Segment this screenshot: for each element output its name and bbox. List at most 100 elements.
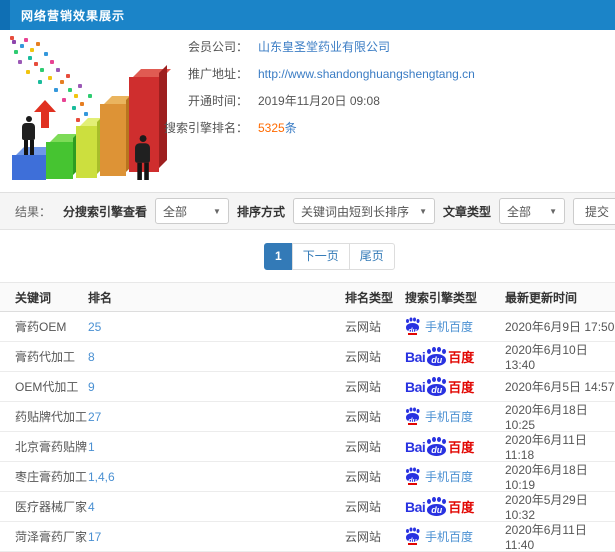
engine-cell: Baidu百度 du 百度 bbox=[405, 497, 505, 516]
open-time-value: 2019年11月20日 09:08 bbox=[258, 94, 380, 108]
keyword-ranking-table: 关键词 排名 排名类型 搜索引擎类型 最新更新时间 膏药OEM 25 云网站 B… bbox=[0, 282, 615, 552]
rank-link[interactable]: 17 bbox=[88, 530, 101, 544]
result-label: 结果： bbox=[15, 204, 52, 219]
baidu-paw-icon: du bbox=[405, 318, 420, 335]
engine-cell: Baidu百度 du 百度 bbox=[405, 437, 505, 456]
businessman-left bbox=[22, 116, 35, 155]
rank-type-cell: 云网站 bbox=[345, 440, 382, 454]
article-type-label: 文章类型 bbox=[442, 204, 491, 219]
updated-cell: 2020年5月29日 10:32 bbox=[505, 493, 588, 522]
next-page-button[interactable]: 下一页 bbox=[291, 243, 350, 270]
rank-cell: 9 bbox=[88, 380, 345, 394]
promo-url-label: 推广地址： bbox=[187, 67, 248, 81]
page-title: 网络营销效果展示 bbox=[21, 8, 126, 23]
engine-filter-select[interactable]: 全部 ▼ bbox=[154, 198, 229, 224]
rank-link[interactable]: 1 bbox=[88, 440, 95, 454]
engine-label[interactable]: 手机百度 bbox=[425, 528, 473, 545]
baidu-paw-icon: du bbox=[426, 347, 447, 366]
rank-link[interactable]: 27 bbox=[88, 410, 101, 424]
title-bar: 网络营销效果展示 bbox=[0, 0, 615, 30]
updated-cell: 2020年6月18日 10:25 bbox=[505, 403, 588, 432]
updated-cell: 2020年6月11日 11:40 bbox=[505, 523, 587, 552]
member-company-row: 会员公司： 山东皇圣堂药业有限公司 bbox=[150, 40, 615, 54]
engine-label[interactable]: 手机百度 bbox=[425, 408, 473, 425]
baidu-logo-icon: Bai du 百度 bbox=[405, 497, 475, 516]
article-type-select[interactable]: 全部 ▼ bbox=[499, 198, 565, 224]
table-row: 膏药代加工 8 云网站 Baidu百度 du 百度 2020年6月10日 13:… bbox=[0, 342, 615, 372]
page-1-button[interactable]: 1 bbox=[264, 243, 293, 270]
caret-down-icon: ▼ bbox=[213, 206, 221, 216]
rank-type-cell: 云网站 bbox=[345, 380, 382, 394]
baidu-paw-icon: du bbox=[405, 528, 420, 545]
account-info-section: 会员公司： 山东皇圣堂药业有限公司 推广地址： http://www.shand… bbox=[0, 30, 615, 192]
chart-bar-orange bbox=[100, 92, 138, 176]
rank-type-cell: 云网站 bbox=[345, 350, 382, 364]
rank-type-cell: 云网站 bbox=[345, 410, 382, 424]
rank-link[interactable]: 9 bbox=[88, 380, 95, 394]
keyword-cell: 菏泽膏药厂家 bbox=[15, 530, 88, 544]
mobile-baidu-icon: du bbox=[405, 408, 420, 425]
engine-filter-label: 分搜索引擎查看 bbox=[62, 204, 147, 219]
baidu-logo-icon: Bai du 百度 bbox=[405, 437, 475, 456]
account-info-fields: 会员公司： 山东皇圣堂药业有限公司 推广地址： http://www.shand… bbox=[150, 40, 615, 148]
rank-link[interactable]: 4 bbox=[88, 500, 95, 514]
rank-cell: 25 bbox=[88, 320, 345, 334]
engine-label[interactable]: 百度 bbox=[448, 437, 474, 456]
keyword-cell: 医疗器械厂家 bbox=[15, 500, 88, 514]
baidu-paw-icon: du bbox=[405, 408, 420, 425]
sort-filter-select[interactable]: 关键词由短到长排序 ▼ bbox=[292, 198, 435, 224]
rank-cell: 1,4,6 bbox=[88, 470, 345, 484]
promo-url-link[interactable]: http://www.shandonghuangshengtang.cn bbox=[258, 67, 475, 81]
member-company-link[interactable]: 山东皇圣堂药业有限公司 bbox=[258, 40, 390, 54]
engine-label[interactable]: 手机百度 bbox=[425, 468, 473, 485]
table-row: 药贴牌代加工 27 云网站 Baidu手机百度 du 手机百度 2020年6月1… bbox=[0, 402, 615, 432]
rank-count-row: 搜索引擎排名： 5325条 bbox=[150, 121, 615, 135]
table-row: OEM代加工 9 云网站 Baidu百度 du 百度 2020年6月5日 14:… bbox=[0, 372, 615, 402]
table-row: 膏药OEM 25 云网站 Baidu手机百度 du 手机百度 2020年6月9日… bbox=[0, 312, 615, 342]
rank-count-label: 搜索引擎排名： bbox=[163, 121, 248, 135]
engine-label[interactable]: 百度 bbox=[448, 377, 474, 396]
filter-bar: 结果： 分搜索引擎查看 全部 ▼ 排序方式 关键词由短到长排序 ▼ 文章类型 全部 ▼… bbox=[0, 192, 615, 230]
header-rank-type: 排名类型 bbox=[345, 290, 394, 305]
table-body: 膏药OEM 25 云网站 Baidu手机百度 du 手机百度 2020年6月9日… bbox=[0, 312, 615, 552]
mobile-baidu-icon: du bbox=[405, 468, 420, 485]
promo-url-row: 推广地址： http://www.shandonghuangshengtang.… bbox=[150, 67, 615, 81]
open-time-label: 开通时间： bbox=[187, 94, 248, 108]
engine-label[interactable]: 百度 bbox=[448, 497, 474, 516]
engine-label[interactable]: 手机百度 bbox=[425, 318, 473, 335]
rank-cell: 27 bbox=[88, 410, 345, 424]
baidu-paw-icon: du bbox=[405, 468, 420, 485]
table-header-row: 关键词 排名 排名类型 搜索引擎类型 最新更新时间 bbox=[0, 282, 615, 312]
table-row: 枣庄膏药加工 1,4,6 云网站 Baidu手机百度 du 手机百度 2020年… bbox=[0, 462, 615, 492]
baidu-paw-icon: du bbox=[426, 497, 447, 516]
baidu-logo-icon: Bai du 百度 bbox=[405, 377, 475, 396]
rank-link[interactable]: 8 bbox=[88, 350, 95, 364]
rank-cell: 4 bbox=[88, 500, 345, 514]
rank-type-cell: 云网站 bbox=[345, 530, 382, 544]
keyword-cell: OEM代加工 bbox=[15, 380, 79, 394]
sort-filter-label: 排序方式 bbox=[236, 204, 285, 219]
engine-label[interactable]: 百度 bbox=[448, 347, 474, 366]
submit-button[interactable]: 提交 bbox=[573, 197, 615, 225]
chart-bar-green bbox=[46, 130, 85, 179]
mobile-baidu-icon: du bbox=[405, 528, 420, 545]
rank-type-cell: 云网站 bbox=[345, 470, 382, 484]
confetti-dots bbox=[10, 36, 14, 40]
red-underline bbox=[408, 543, 417, 545]
updated-cell: 2020年6月18日 10:19 bbox=[505, 463, 588, 492]
last-page-button[interactable]: 尾页 bbox=[348, 243, 395, 270]
updated-cell: 2020年6月9日 17:50 bbox=[505, 320, 615, 334]
open-time-row: 开通时间： 2019年11月20日 09:08 bbox=[150, 94, 615, 108]
filter-controls: 分搜索引擎查看 全部 ▼ 排序方式 关键词由短到长排序 ▼ 文章类型 全部 ▼ 提交 bbox=[62, 197, 615, 225]
rank-link[interactable]: 25 bbox=[88, 320, 101, 334]
keyword-cell: 枣庄膏药加工 bbox=[15, 470, 88, 484]
rank-count-value[interactable]: 5325条 bbox=[258, 121, 297, 135]
rank-type-cell: 云网站 bbox=[345, 320, 382, 334]
rank-cell: 8 bbox=[88, 350, 345, 364]
rank-link[interactable]: 1,4,6 bbox=[88, 470, 115, 484]
engine-cell: Baidu百度 du 百度 bbox=[405, 347, 505, 366]
header-engine-type: 搜索引擎类型 bbox=[405, 290, 478, 305]
engine-cell: Baidu手机百度 du 手机百度 bbox=[405, 408, 505, 425]
up-arrow-icon bbox=[34, 100, 56, 128]
header-updated: 最新更新时间 bbox=[505, 290, 578, 305]
